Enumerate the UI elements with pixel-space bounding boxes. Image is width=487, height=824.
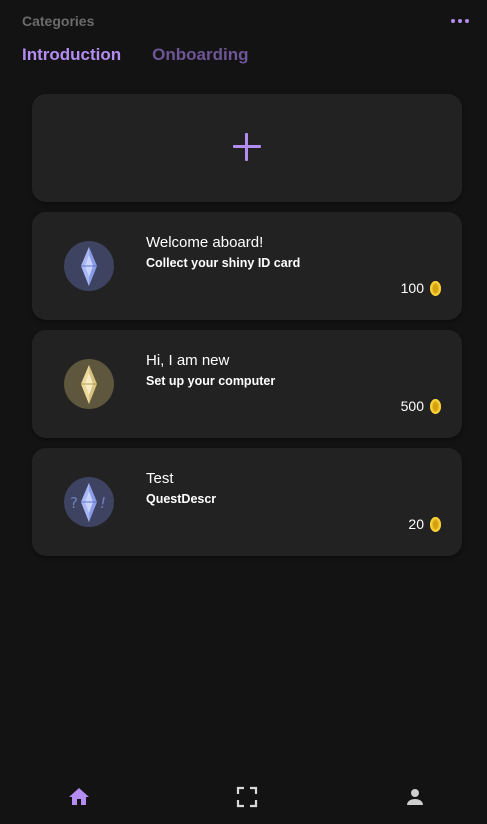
quest-title: Hi, I am new xyxy=(146,352,230,369)
top-bar: Categories xyxy=(0,0,487,42)
reward-amount: 500 xyxy=(400,398,424,414)
scan-icon[interactable] xyxy=(235,785,259,809)
reward-amount: 100 xyxy=(400,280,424,296)
page-title: Categories xyxy=(22,13,95,29)
more-dots-icon[interactable] xyxy=(451,18,469,24)
profile-icon[interactable] xyxy=(403,785,427,809)
quest-reward: 20 xyxy=(408,516,441,532)
svg-text:!: ! xyxy=(100,494,106,512)
quest-title: Welcome aboard! xyxy=(146,234,264,251)
reward-amount: 20 xyxy=(408,516,424,532)
tab-onboarding[interactable]: Onboarding xyxy=(152,45,248,65)
quest-card[interactable]: ? ! Test QuestDescr 20 xyxy=(32,448,462,556)
quest-description: Collect your shiny ID card xyxy=(146,256,301,270)
coin-icon xyxy=(430,280,441,296)
blue-crystal-question-icon: ? ! xyxy=(64,477,114,527)
home-icon[interactable] xyxy=(67,785,91,809)
gold-crystal-icon xyxy=(64,359,114,409)
quest-reward: 500 xyxy=(401,398,441,414)
quest-card[interactable]: Hi, I am new Set up your computer 500 xyxy=(32,330,462,438)
quest-card[interactable]: Welcome aboard! Collect your shiny ID ca… xyxy=(32,212,462,320)
category-tabs: Introduction Onboarding xyxy=(22,45,248,65)
blue-crystal-icon xyxy=(64,241,114,291)
quest-description: QuestDescr xyxy=(146,492,217,506)
quest-title: Test xyxy=(146,470,174,487)
tab-introduction[interactable]: Introduction xyxy=(22,45,121,65)
coin-icon xyxy=(430,398,441,414)
bottom-navigation xyxy=(0,766,487,824)
quest-description: Set up your computer xyxy=(146,374,276,388)
coin-icon xyxy=(430,516,441,532)
add-quest-button[interactable] xyxy=(32,94,462,202)
plus-icon xyxy=(233,133,261,161)
quest-reward: 100 xyxy=(401,280,441,296)
svg-text:?: ? xyxy=(70,494,78,512)
